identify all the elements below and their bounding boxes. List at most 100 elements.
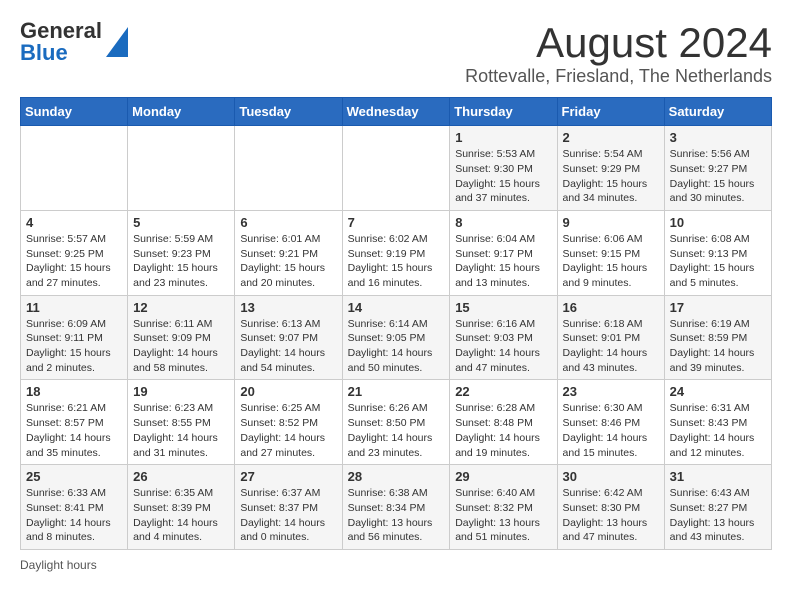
day-info: Sunrise: 6:09 AMSunset: 9:11 PMDaylight:… (26, 317, 122, 376)
day-cell: 7 Sunrise: 6:02 AMSunset: 9:19 PMDaylight… (342, 210, 450, 295)
day-info: Sunrise: 6:25 AMSunset: 8:52 PMDaylight:… (240, 401, 336, 460)
day-number: 11 (26, 300, 122, 315)
day-info: Sunrise: 6:43 AMSunset: 8:27 PMDaylight:… (670, 486, 766, 545)
logo-triangle-icon (106, 27, 128, 57)
day-info: Sunrise: 6:38 AMSunset: 8:34 PMDaylight:… (348, 486, 445, 545)
calendar-table: SundayMondayTuesdayWednesdayThursdayFrid… (20, 97, 772, 550)
day-cell: 14 Sunrise: 6:14 AMSunset: 9:05 PMDayligh… (342, 295, 450, 380)
day-cell: 27Sunrise: 6:37 AMSunset: 8:37 PMDayligh… (235, 465, 342, 550)
day-info: Sunrise: 5:56 AMSunset: 9:27 PMDaylight:… (670, 147, 766, 206)
weekday-header-friday: Friday (557, 98, 664, 126)
day-cell: 22Sunrise: 6:28 AMSunset: 8:48 PMDayligh… (450, 380, 557, 465)
day-number: 24 (670, 384, 766, 399)
day-info: Sunrise: 6:02 AMSunset: 9:19 PMDaylight:… (348, 232, 445, 291)
day-number: 16 (563, 300, 659, 315)
day-cell (235, 126, 342, 211)
day-info: Sunrise: 6:31 AMSunset: 8:43 PMDaylight:… (670, 401, 766, 460)
calendar-title: August 2024 (465, 20, 772, 66)
day-info: Sunrise: 6:04 AMSunset: 9:17 PMDaylight:… (455, 232, 551, 291)
day-info: Sunrise: 6:16 AMSunset: 9:03 PMDaylight:… (455, 317, 551, 376)
daylight-label: Daylight hours (20, 558, 97, 572)
day-cell: 31Sunrise: 6:43 AMSunset: 8:27 PMDayligh… (664, 465, 771, 550)
day-info: Sunrise: 5:53 AMSunset: 9:30 PMDaylight:… (455, 147, 551, 206)
day-number: 17 (670, 300, 766, 315)
day-number: 21 (348, 384, 445, 399)
day-info: Sunrise: 6:14 AMSunset: 9:05 PMDaylight:… (348, 317, 445, 376)
day-number: 8 (455, 215, 551, 230)
day-number: 27 (240, 469, 336, 484)
logo: General Blue (20, 20, 128, 64)
day-cell: 13 Sunrise: 6:13 AMSunset: 9:07 PMDayligh… (235, 295, 342, 380)
day-cell: 12 Sunrise: 6:11 AMSunset: 9:09 PMDayligh… (128, 295, 235, 380)
day-cell: 29 Sunrise: 6:40 AMSunset: 8:32 PMDayligh… (450, 465, 557, 550)
day-info: Sunrise: 6:21 AMSunset: 8:57 PMDaylight:… (26, 401, 122, 460)
day-info: Sunrise: 5:59 AMSunset: 9:23 PMDaylight:… (133, 232, 229, 291)
day-cell: 28Sunrise: 6:38 AMSunset: 8:34 PMDayligh… (342, 465, 450, 550)
day-info: Sunrise: 6:35 AMSunset: 8:39 PMDaylight:… (133, 486, 229, 545)
day-cell: 6Sunrise: 6:01 AMSunset: 9:21 PMDaylight… (235, 210, 342, 295)
day-info: Sunrise: 5:57 AMSunset: 9:25 PMDaylight:… (26, 232, 122, 291)
day-info: Sunrise: 6:40 AMSunset: 8:32 PMDaylight:… (455, 486, 551, 545)
day-number: 30 (563, 469, 659, 484)
day-number: 29 (455, 469, 551, 484)
day-number: 19 (133, 384, 229, 399)
day-number: 13 (240, 300, 336, 315)
week-row-4: 18 Sunrise: 6:21 AMSunset: 8:57 PMDayligh… (21, 380, 772, 465)
week-row-1: 1Sunrise: 5:53 AMSunset: 9:30 PMDaylight… (21, 126, 772, 211)
day-info: Sunrise: 6:23 AMSunset: 8:55 PMDaylight:… (133, 401, 229, 460)
day-cell: 8 Sunrise: 6:04 AMSunset: 9:17 PMDaylight… (450, 210, 557, 295)
day-info: Sunrise: 6:18 AMSunset: 9:01 PMDaylight:… (563, 317, 659, 376)
footer-note: Daylight hours (20, 558, 772, 572)
weekday-header-row: SundayMondayTuesdayWednesdayThursdayFrid… (21, 98, 772, 126)
day-cell: 18 Sunrise: 6:21 AMSunset: 8:57 PMDayligh… (21, 380, 128, 465)
weekday-header-monday: Monday (128, 98, 235, 126)
logo-blue: Blue (20, 42, 102, 64)
day-cell: 20 Sunrise: 6:25 AMSunset: 8:52 PMDayligh… (235, 380, 342, 465)
day-cell: 1Sunrise: 5:53 AMSunset: 9:30 PMDaylight… (450, 126, 557, 211)
day-info: Sunrise: 6:19 AMSunset: 8:59 PMDaylight:… (670, 317, 766, 376)
day-cell: 26Sunrise: 6:35 AMSunset: 8:39 PMDayligh… (128, 465, 235, 550)
weekday-header-sunday: Sunday (21, 98, 128, 126)
day-info: Sunrise: 6:26 AMSunset: 8:50 PMDaylight:… (348, 401, 445, 460)
day-number: 10 (670, 215, 766, 230)
day-info: Sunrise: 6:13 AMSunset: 9:07 PMDaylight:… (240, 317, 336, 376)
day-cell: 16 Sunrise: 6:18 AMSunset: 9:01 PMDayligh… (557, 295, 664, 380)
day-cell (342, 126, 450, 211)
calendar-subtitle: Rottevalle, Friesland, The Netherlands (465, 66, 772, 87)
day-cell (21, 126, 128, 211)
day-number: 7 (348, 215, 445, 230)
day-cell: 19 Sunrise: 6:23 AMSunset: 8:55 PMDayligh… (128, 380, 235, 465)
day-cell: 30Sunrise: 6:42 AMSunset: 8:30 PMDayligh… (557, 465, 664, 550)
day-cell: 11 Sunrise: 6:09 AMSunset: 9:11 PMDayligh… (21, 295, 128, 380)
weekday-header-thursday: Thursday (450, 98, 557, 126)
day-cell: 3Sunrise: 5:56 AMSunset: 9:27 PMDaylight… (664, 126, 771, 211)
day-number: 22 (455, 384, 551, 399)
day-cell: 23 Sunrise: 6:30 AMSunset: 8:46 PMDayligh… (557, 380, 664, 465)
day-info: Sunrise: 6:33 AMSunset: 8:41 PMDaylight:… (26, 486, 122, 545)
day-number: 14 (348, 300, 445, 315)
day-number: 9 (563, 215, 659, 230)
day-info: Sunrise: 6:30 AMSunset: 8:46 PMDaylight:… (563, 401, 659, 460)
day-info: Sunrise: 6:11 AMSunset: 9:09 PMDaylight:… (133, 317, 229, 376)
weekday-header-saturday: Saturday (664, 98, 771, 126)
day-number: 18 (26, 384, 122, 399)
day-cell: 21 Sunrise: 6:26 AMSunset: 8:50 PMDayligh… (342, 380, 450, 465)
day-number: 23 (563, 384, 659, 399)
week-row-3: 11 Sunrise: 6:09 AMSunset: 9:11 PMDayligh… (21, 295, 772, 380)
week-row-2: 4 Sunrise: 5:57 AMSunset: 9:25 PMDaylight… (21, 210, 772, 295)
day-number: 4 (26, 215, 122, 230)
day-cell: 24 Sunrise: 6:31 AMSunset: 8:43 PMDayligh… (664, 380, 771, 465)
day-cell: 10 Sunrise: 6:08 AMSunset: 9:13 PMDayligh… (664, 210, 771, 295)
day-cell: 2 Sunrise: 5:54 AMSunset: 9:29 PMDaylight… (557, 126, 664, 211)
day-cell (128, 126, 235, 211)
day-cell: 9 Sunrise: 6:06 AMSunset: 9:15 PMDaylight… (557, 210, 664, 295)
day-cell: 25Sunrise: 6:33 AMSunset: 8:41 PMDayligh… (21, 465, 128, 550)
day-number: 20 (240, 384, 336, 399)
day-info: Sunrise: 6:06 AMSunset: 9:15 PMDaylight:… (563, 232, 659, 291)
day-number: 6 (240, 215, 336, 230)
weekday-header-wednesday: Wednesday (342, 98, 450, 126)
day-info: Sunrise: 5:54 AMSunset: 9:29 PMDaylight:… (563, 147, 659, 206)
day-info: Sunrise: 6:08 AMSunset: 9:13 PMDaylight:… (670, 232, 766, 291)
day-number: 12 (133, 300, 229, 315)
day-number: 2 (563, 130, 659, 145)
